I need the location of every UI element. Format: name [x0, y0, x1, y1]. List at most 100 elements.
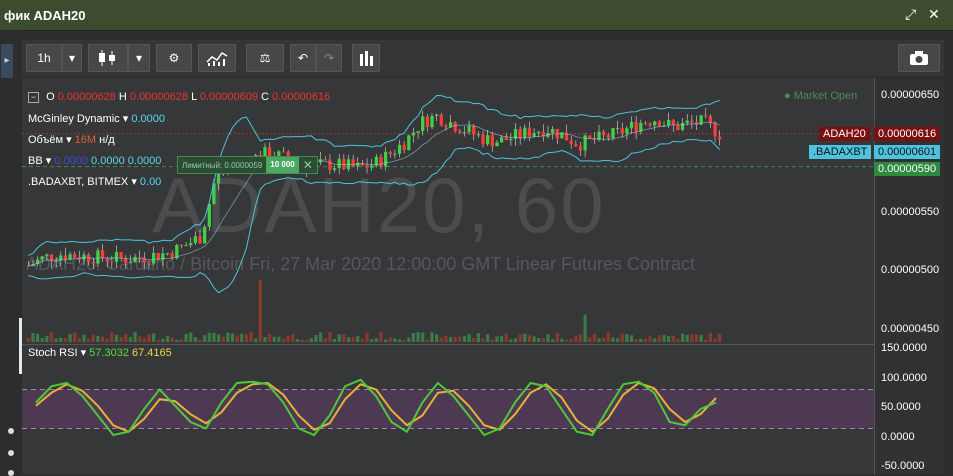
rsi-axis-label: -50.0000: [881, 460, 925, 472]
axis-label: 0.00000550: [881, 206, 940, 218]
volume-bar: [59, 337, 63, 342]
interval-dropdown-icon[interactable]: ▾: [62, 44, 82, 72]
redo-icon[interactable]: ↷: [316, 44, 342, 72]
volume-bar: [328, 332, 332, 342]
volume-bar: [319, 332, 323, 342]
rsi-name: Stoch RSI: [28, 347, 78, 359]
volume-bar: [189, 332, 193, 342]
mcginley-legend[interactable]: McGinley Dynamic ▾ 0.0000: [28, 112, 165, 125]
candle-body: [611, 128, 615, 139]
undo-icon[interactable]: ↶: [290, 44, 316, 72]
panel-toggle-icon[interactable]: ▸: [1, 44, 13, 78]
volume-bar: [388, 337, 392, 342]
badaxbt-legend[interactable]: .BADAXBT, BITMEX ▾ 0.00: [28, 175, 161, 188]
dot-icon: [8, 428, 14, 434]
candle-body: [472, 125, 476, 135]
volume-bar: [96, 336, 100, 342]
volume-bar: [244, 334, 249, 342]
rsi-legend[interactable]: Stoch RSI ▾ 57.3032 67.4165: [28, 346, 172, 359]
volume-bar: [606, 332, 610, 342]
dropdown-icon[interactable]: ▾: [81, 347, 90, 359]
volume-bar: [676, 339, 680, 342]
volume-bar: [114, 334, 119, 342]
chart-type-dropdown-icon[interactable]: ▾: [128, 44, 150, 72]
volume-bar: [240, 333, 244, 342]
high-value: 0.00000628: [129, 91, 189, 103]
volume-bar: [481, 338, 485, 342]
volume-bar: [156, 339, 160, 342]
volume-bar: [411, 333, 416, 342]
volume-bar: [407, 337, 411, 342]
axis-label: 0.00000450: [881, 323, 940, 335]
volume-bar: [305, 339, 309, 342]
interval-button[interactable]: 1h: [26, 44, 62, 72]
volume-bar: [611, 337, 615, 342]
cancel-order-icon[interactable]: ✕: [299, 158, 317, 172]
volume-extra: н/д: [99, 134, 115, 146]
candle-body: [486, 135, 490, 145]
price-pane[interactable]: ADAH20, 60 ADAH20: Cardano / Bitcoin Fri…: [22, 78, 874, 344]
candle-body: [119, 252, 123, 259]
expand-icon[interactable]: ⤢: [905, 6, 916, 23]
volume-bar: [77, 338, 81, 342]
camera-icon[interactable]: [898, 44, 940, 72]
high-label: H: [118, 91, 127, 103]
volume-bar: [124, 334, 128, 342]
candle-body: [189, 242, 193, 246]
volume-bar: [31, 332, 35, 342]
volume-bar: [448, 337, 453, 342]
rsi-pane[interactable]: Stoch RSI ▾ 57.3032 67.4165: [22, 344, 874, 474]
candle-body: [147, 262, 151, 264]
volume-bar: [634, 339, 638, 342]
volume-bar: [629, 335, 634, 342]
dropdown-icon[interactable]: ▾: [66, 134, 75, 146]
candle-body: [40, 256, 44, 260]
bb-legend[interactable]: BB ▾ 0.0000 0.0000 0.0000: [28, 154, 161, 167]
candle-body: [105, 258, 109, 262]
dropdown-icon[interactable]: ▾: [131, 176, 140, 188]
volume-bar: [230, 333, 235, 342]
bars-icon[interactable]: [352, 44, 380, 72]
candle-body: [110, 261, 114, 263]
volume-bar: [453, 337, 457, 342]
volume-bar: [138, 336, 142, 342]
volume-bar: [592, 333, 597, 342]
volume-bar: [648, 336, 652, 342]
rsi-chart-svg: [22, 344, 874, 437]
close-icon[interactable]: ✕: [928, 6, 940, 23]
volume-bar: [212, 332, 216, 342]
volume-bar: [546, 334, 550, 342]
volume-bar: [263, 336, 267, 342]
candle-body: [499, 137, 504, 143]
adah20-price-tag: 0.00000616: [874, 127, 941, 141]
collapse-legend-icon[interactable]: −: [28, 92, 39, 103]
volume-bar: [272, 336, 276, 342]
compare-scale-icon[interactable]: ⚖: [246, 44, 284, 72]
volume-bar: [653, 338, 657, 342]
volume-bar: [430, 332, 434, 342]
volume-bar: [620, 333, 624, 342]
volume-bar: [588, 337, 592, 342]
volume-bar: [45, 336, 49, 342]
volume-bar: [249, 332, 253, 342]
badaxbt-name: .BADAXBT, BITMEX: [28, 176, 129, 188]
left-strip: ▸: [0, 30, 22, 476]
rsi-band: [22, 389, 874, 429]
volume-bar: [397, 339, 402, 342]
volume-value: 16M: [74, 134, 97, 146]
volume-bar: [690, 334, 694, 342]
candle-body: [643, 122, 648, 124]
volume-bar: [476, 333, 481, 342]
candle-body: [114, 252, 119, 262]
indicators-icon[interactable]: [198, 44, 236, 72]
order-qty[interactable]: 10 000: [266, 157, 299, 173]
volume-legend[interactable]: Объём ▾ 16M н/д: [28, 133, 115, 146]
limit-order-line[interactable]: Лимитный: 0.0000059 10 000 ✕: [177, 156, 318, 174]
bb-value-1: 0.0000: [54, 155, 88, 167]
candles-icon[interactable]: [88, 44, 128, 72]
volume-bar: [662, 335, 666, 342]
candle-body: [495, 142, 499, 147]
chart-area[interactable]: ADAH20, 60 ADAH20: Cardano / Bitcoin Fri…: [22, 78, 945, 474]
volume-bar: [509, 339, 513, 342]
gear-icon[interactable]: ⚙: [156, 44, 192, 72]
